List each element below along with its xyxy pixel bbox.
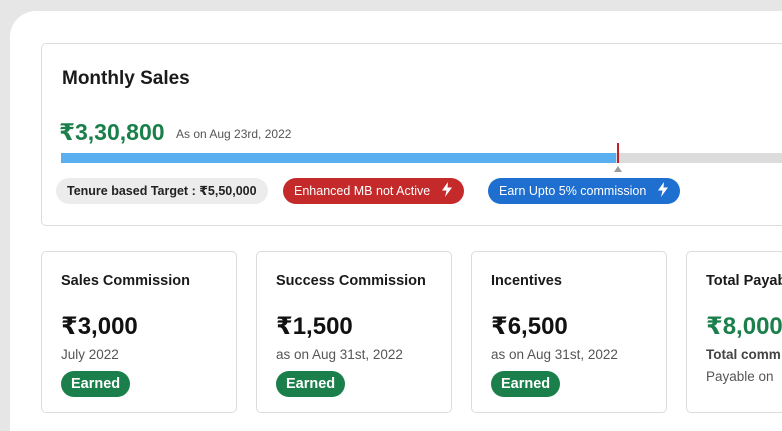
tenure-target-label: Tenure based Target : ₹5,50,000 bbox=[67, 184, 257, 198]
enhanced-mb-badge[interactable]: Enhanced MB not Active bbox=[283, 178, 464, 204]
earned-status-badge: Earned bbox=[491, 371, 561, 397]
card-title: Sales Commission bbox=[61, 273, 190, 289]
earned-status-badge: Earned bbox=[61, 371, 131, 397]
card-title: Incentives bbox=[491, 273, 562, 289]
enhanced-mb-label: Enhanced MB not Active bbox=[294, 184, 431, 198]
lightning-icon bbox=[441, 182, 452, 197]
earn-upto-label: Earn Upto 5% commission bbox=[499, 184, 647, 198]
monthly-sales-as-of: As on Aug 23rd, 2022 bbox=[176, 127, 292, 141]
success-commission-card: Success Commission ₹1,500 as on Aug 31st… bbox=[256, 251, 452, 413]
card-title: Success Commission bbox=[276, 273, 426, 289]
sales-progress-bar bbox=[61, 153, 782, 163]
total-payable-card: Total Payable ₹8,000 Total comm Payable … bbox=[686, 251, 782, 413]
card-value: ₹8,000 bbox=[706, 313, 782, 340]
tenure-target-badge: Tenure based Target : ₹5,50,000 bbox=[56, 178, 268, 204]
card-value: ₹3,000 bbox=[61, 313, 138, 340]
monthly-sales-title: Monthly Sales bbox=[62, 68, 190, 89]
earned-status-badge: Earned bbox=[276, 371, 346, 397]
card-subtitle: Total comm bbox=[706, 347, 781, 362]
lightning-icon bbox=[657, 182, 668, 197]
card-subtitle: July 2022 bbox=[61, 347, 119, 362]
incentives-card: Incentives ₹6,500 as on Aug 31st, 2022 E… bbox=[471, 251, 667, 413]
earn-upto-commission-badge[interactable]: Earn Upto 5% commission bbox=[488, 178, 680, 204]
card-subtitle: as on Aug 31st, 2022 bbox=[276, 347, 403, 362]
card-value: ₹6,500 bbox=[491, 313, 568, 340]
sales-progress-fill bbox=[61, 153, 616, 163]
monthly-sales-card: Monthly Sales ₹3,30,800 As on Aug 23rd, … bbox=[41, 43, 782, 226]
current-progress-marker bbox=[617, 143, 619, 163]
card-value: ₹1,500 bbox=[276, 313, 353, 340]
progress-caret-icon bbox=[614, 166, 622, 172]
monthly-sales-amount: ₹3,30,800 bbox=[59, 119, 165, 145]
card-title: Total Payable bbox=[706, 273, 782, 289]
card-payable-on: Payable on bbox=[706, 369, 774, 384]
sales-commission-card: Sales Commission ₹3,000 July 2022 Earned bbox=[41, 251, 237, 413]
card-subtitle: as on Aug 31st, 2022 bbox=[491, 347, 618, 362]
